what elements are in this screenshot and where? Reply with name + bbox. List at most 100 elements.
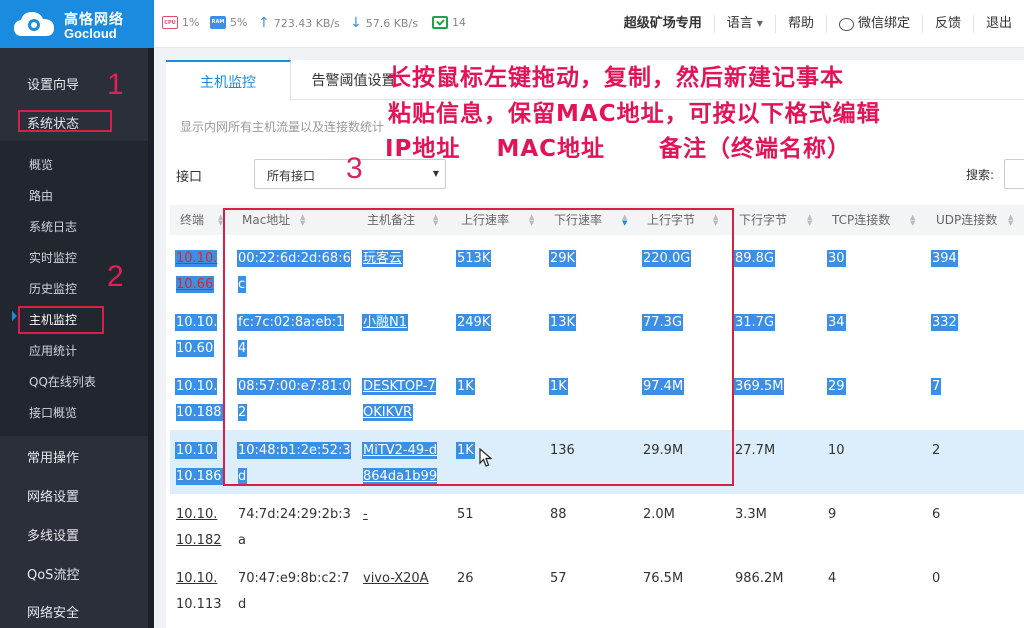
- search-input[interactable]: [1004, 159, 1024, 189]
- sidebar-item-qos[interactable]: QoS流控: [0, 564, 148, 583]
- sidebar-subitem-history-monitor[interactable]: 历史监控: [0, 280, 148, 297]
- cell-terminal[interactable]: 10.10.10.66: [170, 238, 228, 302]
- logout-link[interactable]: 退出: [972, 15, 1024, 33]
- cpu-stat: CPU 1%: [162, 16, 199, 29]
- cell-value: 26: [457, 571, 474, 586]
- sidebar-item-multiline-settings[interactable]: 多线设置: [0, 525, 148, 544]
- cell-value: 369.5M: [735, 379, 784, 394]
- cell-tcp: 29: [822, 366, 922, 430]
- annotation-line-2: 粘贴信息，保留MAC地址，可按以下格式编辑: [388, 101, 881, 127]
- cell-terminal[interactable]: 10.10.10.182: [170, 494, 228, 558]
- annotation-box-host-monitor: [18, 306, 104, 334]
- cell-terminal[interactable]: 10.10.10.113: [170, 558, 228, 608]
- online-stat[interactable]: 14: [432, 16, 466, 29]
- cell-udp: 6: [926, 494, 1022, 558]
- mouse-cursor-icon: [479, 448, 493, 467]
- sidebar-subitem-qq-online[interactable]: QQ在线列表: [0, 373, 148, 390]
- cell-download-bytes: 369.5M: [729, 366, 819, 430]
- annotation-line-3: IP地址 MAC地址 备注（终端名称）: [385, 136, 852, 162]
- help-link[interactable]: 帮助: [774, 15, 826, 33]
- annotation-box-system-status: [18, 110, 112, 132]
- sidebar-item-network-settings[interactable]: 网络设置: [0, 486, 148, 505]
- cell-terminal[interactable]: 10.10.10.186: [170, 430, 228, 494]
- sidebar-subitem-interface-overview[interactable]: 接口概览: [0, 404, 148, 421]
- sidebar-subitem-realtime-monitor[interactable]: 实时监控: [0, 249, 148, 266]
- header-label: TCP连接数: [832, 213, 891, 227]
- cell-upload-bytes: 76.5M: [637, 558, 727, 608]
- upload-stat: ↑ 723.43 KB/s: [258, 16, 340, 30]
- cloud-logo-icon: [14, 12, 54, 36]
- terminal-link[interactable]: 10.10.10.186: [176, 443, 222, 484]
- cell-upload-rate: 51: [451, 494, 541, 558]
- cell-value: 3.3M: [735, 507, 767, 522]
- cell-value: 30: [828, 251, 845, 266]
- terminal-link[interactable]: 10.10.10.182: [176, 507, 222, 548]
- terminal-link[interactable]: 10.10.10.66: [176, 251, 218, 292]
- language-text: 语言: [726, 16, 753, 31]
- cell-download-rate: 57: [544, 558, 634, 608]
- sidebar-item-setup-wizard[interactable]: 设置向导: [0, 74, 148, 93]
- sidebar-subitem-route[interactable]: 路由: [0, 187, 148, 204]
- top-bar: 高恪网络 Gocloud CPU 1% RAM 5% ↑ 723.43 KB/s…: [0, 0, 1024, 48]
- header-label: 下行字节: [739, 213, 788, 227]
- page-description: 显示内网所有主机流量以及连接数统计: [180, 120, 385, 134]
- sidebar-item-network-security[interactable]: 网络安全: [0, 602, 148, 621]
- cell-tcp: 10: [822, 430, 922, 494]
- terminal-link[interactable]: 10.10.10.113: [176, 571, 222, 608]
- cell-value: 6: [932, 507, 941, 522]
- cell-value: 7: [932, 379, 941, 394]
- cell-value: 9: [828, 507, 837, 522]
- annotation-number-1: 1: [107, 68, 124, 101]
- cell-value: 2: [932, 443, 941, 458]
- sidebar-subitem-app-stats[interactable]: 应用统计: [0, 342, 148, 359]
- cell-value: 10: [828, 443, 845, 458]
- language-menu[interactable]: 语言 ▼: [713, 15, 775, 33]
- feedback-text: 反馈: [934, 16, 961, 31]
- cell-download-bytes: 31.7G: [729, 302, 819, 366]
- interface-select-value: 所有接口: [267, 169, 316, 183]
- host-note-link[interactable]: -: [363, 507, 368, 522]
- sidebar-item-common-ops[interactable]: 常用操作: [0, 447, 148, 466]
- feedback-link[interactable]: 反馈: [921, 15, 973, 33]
- wechat-bind-link[interactable]: 微信绑定: [825, 15, 922, 33]
- ram-stat: RAM 5%: [210, 16, 247, 29]
- cell-udp: 394: [926, 238, 1022, 302]
- sidebar: 设置向导 系统状态 概览 路由 系统日志 实时监控 历史监控 主机监控 应用统计…: [0, 48, 154, 628]
- cpu-icon: CPU: [162, 16, 178, 29]
- cell-terminal[interactable]: 10.10.10.188: [170, 366, 228, 430]
- annotation-box-selection: [223, 208, 734, 486]
- logo[interactable]: 高恪网络 Gocloud: [0, 0, 154, 48]
- tab-host-monitor[interactable]: 主机监控: [166, 60, 291, 101]
- sort-icon: ▲ ▼: [807, 213, 813, 227]
- sidebar-subitem-overview[interactable]: 概览: [0, 156, 148, 173]
- cell-udp: 0: [926, 558, 1022, 608]
- cell-terminal[interactable]: 10.10.10.60: [170, 302, 228, 366]
- cell-host-note[interactable]: -: [357, 494, 447, 558]
- col-udp[interactable]: UDP连接数 ▲ ▼: [926, 205, 1024, 235]
- chevron-down-icon: ▼: [756, 19, 763, 28]
- terminal-link[interactable]: 10.10.10.60: [176, 315, 218, 356]
- cell-download-bytes: 27.7M: [729, 430, 819, 494]
- cell-value: 51: [457, 507, 474, 522]
- host-note-link[interactable]: vivo-X20A: [363, 571, 429, 586]
- sort-icon: ▲ ▼: [910, 213, 916, 227]
- cell-udp: 332: [926, 302, 1022, 366]
- cpu-value: 1%: [182, 16, 200, 29]
- cell-value: 89.8G: [735, 251, 775, 266]
- sidebar-subitem-system-log[interactable]: 系统日志: [0, 218, 148, 235]
- chevron-down-icon: ▼: [432, 169, 439, 178]
- download-arrow-icon: ↓: [350, 15, 362, 31]
- header-label: UDP连接数: [936, 213, 998, 227]
- cell-value: 76.5M: [643, 571, 684, 586]
- table-row: 10.10.10.182 74:7d:24:29:2b:3a - 51 88 2…: [170, 494, 1024, 558]
- terminal-link[interactable]: 10.10.10.188: [176, 379, 222, 420]
- col-tcp[interactable]: TCP连接数 ▲ ▼: [822, 205, 926, 235]
- col-download-bytes[interactable]: 下行字节 ▲ ▼: [729, 205, 822, 235]
- cell-download-bytes: 986.2M: [729, 558, 819, 608]
- cell-value: 4: [828, 571, 837, 586]
- mac-value: 74:7d:24:29:2b:3a: [238, 507, 351, 548]
- cell-value: 34: [828, 315, 845, 330]
- cell-tcp: 30: [822, 238, 922, 302]
- brand-en: Gocloud: [64, 26, 117, 41]
- cell-host-note[interactable]: vivo-X20A: [357, 558, 447, 608]
